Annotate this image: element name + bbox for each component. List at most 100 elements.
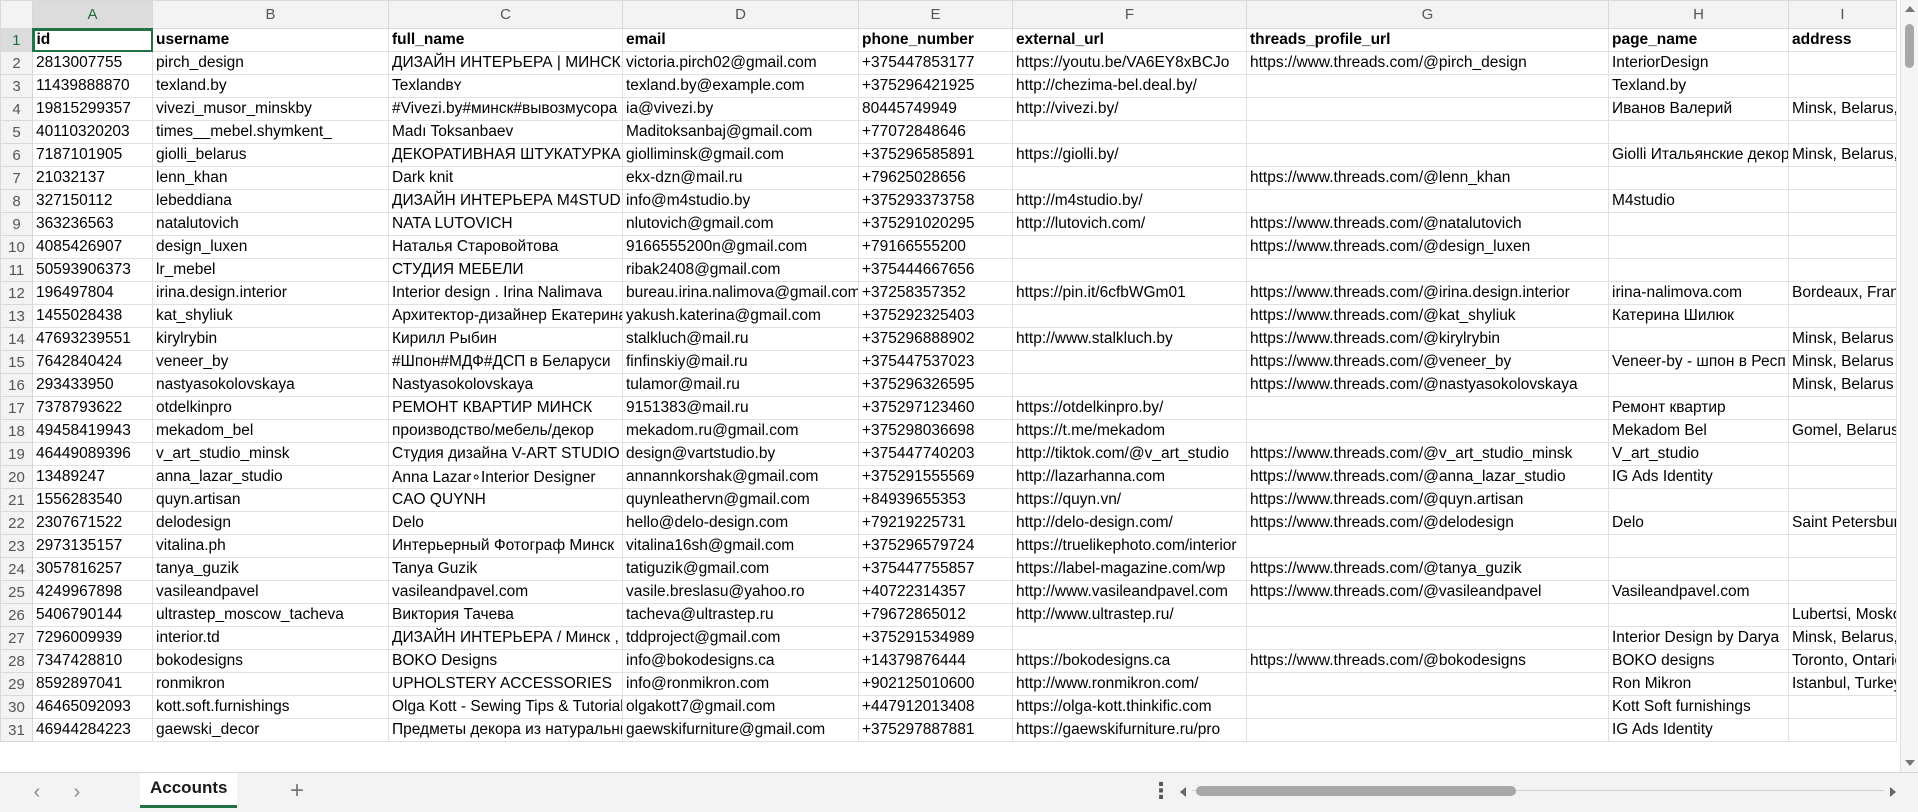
table-cell[interactable]: Иванов Валерий xyxy=(1608,97,1789,121)
scroll-right-arrow-icon[interactable] xyxy=(1890,787,1896,797)
table-cell[interactable]: delodesign xyxy=(152,511,389,535)
column-header-d[interactable]: D xyxy=(622,0,859,29)
table-cell[interactable]: http://www.ultrastep.ru/ xyxy=(1012,603,1247,627)
scroll-up-arrow-icon[interactable] xyxy=(1905,6,1915,12)
table-cell[interactable]: Veneer-by - шпон в Респ xyxy=(1608,350,1789,374)
table-cell[interactable]: irina.design.interior xyxy=(152,281,389,305)
table-cell[interactable]: kirylrybin xyxy=(152,327,389,351)
table-cell[interactable] xyxy=(1246,718,1609,742)
table-cell[interactable]: +77072848646 xyxy=(858,120,1013,144)
table-cell[interactable]: 47693239551 xyxy=(32,327,153,351)
table-cell[interactable]: +375447853177 xyxy=(858,51,1013,75)
table-cell[interactable]: 7296009939 xyxy=(32,626,153,650)
table-cell[interactable] xyxy=(1788,396,1897,420)
table-cell[interactable]: https://www.threads.com/@nastyasokolovsk… xyxy=(1246,373,1609,397)
table-cell[interactable]: vasileandpavel xyxy=(152,580,389,604)
scroll-down-arrow-icon[interactable] xyxy=(1905,760,1915,766)
row-number[interactable]: 26 xyxy=(0,603,33,627)
table-cell[interactable] xyxy=(1246,672,1609,696)
table-cell[interactable]: https://olga-kott.thinkific.com xyxy=(1012,695,1247,719)
table-cell[interactable] xyxy=(1788,189,1897,213)
table-cell[interactable]: ekx-dzn@mail.ru xyxy=(622,166,859,190)
table-cell[interactable]: Minsk, Belarus, xyxy=(1788,97,1897,121)
table-cell[interactable]: Tanya Guzik xyxy=(388,557,623,581)
table-cell[interactable]: design_luxen xyxy=(152,235,389,259)
table-cell[interactable]: BOKO designs xyxy=(1608,649,1789,673)
table-cell[interactable]: 46449089396 xyxy=(32,442,153,466)
column-header-g[interactable]: G xyxy=(1246,0,1609,29)
table-cell[interactable]: +375291534989 xyxy=(858,626,1013,650)
table-cell[interactable]: 46465092093 xyxy=(32,695,153,719)
column-header-f[interactable]: F xyxy=(1012,0,1247,29)
table-cell[interactable]: ДЕКОРАТИВНАЯ ШТУКАТУРКА xyxy=(388,143,623,167)
table-cell[interactable] xyxy=(1788,258,1897,282)
sheet-table[interactable]: A B C D E F G H I 1 id username full_name email phone_… xyxy=(0,0,1897,742)
table-cell[interactable]: giolliminsk@gmail.com xyxy=(622,143,859,167)
table-cell[interactable]: vitalina.ph xyxy=(152,534,389,558)
table-cell[interactable]: stalkluch@mail.ru xyxy=(622,327,859,351)
table-cell[interactable] xyxy=(1608,534,1789,558)
table-cell[interactable]: Minsk, Belarus xyxy=(1788,373,1897,397)
table-cell[interactable]: +79166555200 xyxy=(858,235,1013,259)
row-number[interactable]: 3 xyxy=(0,74,33,98)
table-cell[interactable]: Istanbul, Turkey xyxy=(1788,672,1897,696)
table-cell[interactable]: ia@vivezi.by xyxy=(622,97,859,121)
row-number[interactable]: 20 xyxy=(0,465,33,489)
table-cell[interactable]: UPHOLSTERY ACCESSORIES xyxy=(388,672,623,696)
header-cell[interactable]: page_name xyxy=(1608,28,1789,52)
table-cell[interactable]: annannkorshak@gmail.com xyxy=(622,465,859,489)
table-cell[interactable]: 40110320203 xyxy=(32,120,153,144)
table-cell[interactable]: Ремонт квартир xyxy=(1608,396,1789,420)
table-cell[interactable]: Minsk, Belarus xyxy=(1788,350,1897,374)
table-cell[interactable]: quynleathervn@gmail.com xyxy=(622,488,859,512)
table-cell[interactable]: yakush.katerina@gmail.com xyxy=(622,304,859,328)
header-cell[interactable]: phone_number xyxy=(858,28,1013,52)
table-cell[interactable]: https://t.me/mekadom xyxy=(1012,419,1247,443)
table-cell[interactable]: IG Ads Identity xyxy=(1608,718,1789,742)
table-cell[interactable]: +375297123460 xyxy=(858,396,1013,420)
table-cell[interactable]: +37258357352 xyxy=(858,281,1013,305)
table-cell[interactable] xyxy=(1246,143,1609,167)
table-cell[interactable]: Madı Toksanbaev xyxy=(388,120,623,144)
table-cell[interactable]: Предметы декора из натуральных xyxy=(388,718,623,742)
table-cell[interactable]: ДИЗАЙН ИНТЕРЬЕРА / Минск , xyxy=(388,626,623,650)
table-cell[interactable]: gaewskifurniture@gmail.com xyxy=(622,718,859,742)
table-cell[interactable] xyxy=(1608,373,1789,397)
table-cell[interactable]: 7347428810 xyxy=(32,649,153,673)
table-cell[interactable]: +375296579724 xyxy=(858,534,1013,558)
row-number[interactable]: 2 xyxy=(0,51,33,75)
table-cell[interactable]: vitalina16sh@gmail.com xyxy=(622,534,859,558)
table-cell[interactable]: BOKO Designs xyxy=(388,649,623,673)
table-cell[interactable]: vasileandpavel.com xyxy=(388,580,623,604)
table-cell[interactable]: Toronto, Ontario xyxy=(1788,649,1897,673)
table-cell[interactable]: info@bokodesigns.ca xyxy=(622,649,859,673)
row-number[interactable]: 6 xyxy=(0,143,33,167)
row-number[interactable]: 30 xyxy=(0,695,33,719)
table-cell[interactable]: Интерьерный Фотограф Минск xyxy=(388,534,623,558)
table-cell[interactable]: Катерина Шилюк xyxy=(1608,304,1789,328)
table-cell[interactable]: CAO QUYNH xyxy=(388,488,623,512)
table-cell[interactable] xyxy=(1788,695,1897,719)
table-cell[interactable]: lebeddiana xyxy=(152,189,389,213)
table-cell[interactable]: Delo xyxy=(388,511,623,535)
add-sheet-icon[interactable]: + xyxy=(285,779,309,804)
column-header-h[interactable]: H xyxy=(1608,0,1789,29)
table-cell[interactable]: +84939655353 xyxy=(858,488,1013,512)
table-cell[interactable]: Lubertsi, Moskovskaya xyxy=(1788,603,1897,627)
table-cell[interactable] xyxy=(1608,603,1789,627)
table-cell[interactable]: +375292325403 xyxy=(858,304,1013,328)
select-all-corner[interactable] xyxy=(0,0,33,29)
table-cell[interactable]: M4studio xyxy=(1608,189,1789,213)
table-cell[interactable]: pirch_design xyxy=(152,51,389,75)
table-cell[interactable]: https://quyn.vn/ xyxy=(1012,488,1247,512)
table-cell[interactable]: gaewski_decor xyxy=(152,718,389,742)
row-number[interactable]: 22 xyxy=(0,511,33,535)
table-cell[interactable] xyxy=(1012,626,1247,650)
table-cell[interactable]: https://www.threads.com/@pirch_design xyxy=(1246,51,1609,75)
table-cell[interactable] xyxy=(1788,120,1897,144)
table-cell[interactable] xyxy=(1788,166,1897,190)
table-cell[interactable] xyxy=(1012,120,1247,144)
table-cell[interactable]: Bordeaux, France xyxy=(1788,281,1897,305)
table-cell[interactable] xyxy=(1246,74,1609,98)
row-number[interactable]: 13 xyxy=(0,304,33,328)
